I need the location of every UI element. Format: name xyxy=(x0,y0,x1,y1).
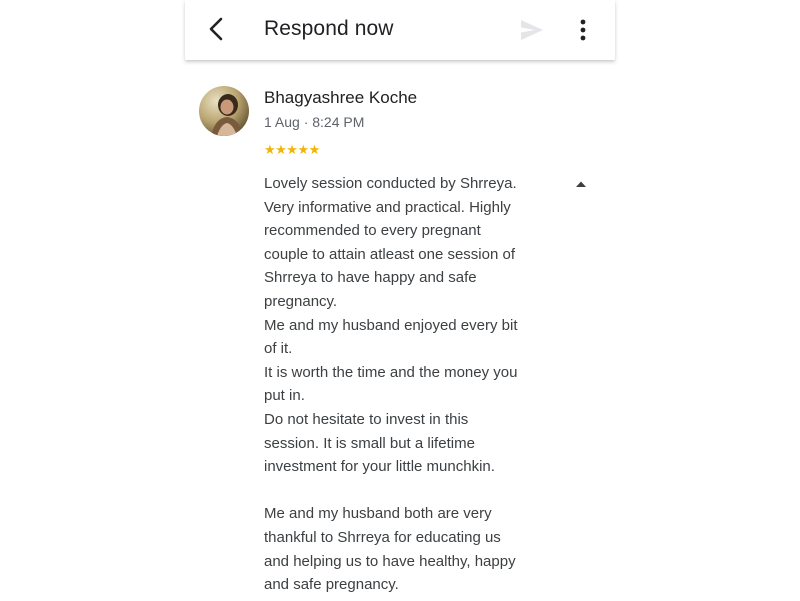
app-bar: Respond now xyxy=(185,0,615,60)
review-line: recommended to every pregnant xyxy=(264,222,481,240)
review-line: investment for your little munchkin. xyxy=(264,458,495,476)
review-line: Lovely session conducted by Shrreya. xyxy=(264,175,517,192)
back-arrow-icon xyxy=(209,17,223,41)
review-line: and helping us to have healthy, happy xyxy=(264,552,516,570)
review-line: pregnancy. xyxy=(264,292,338,310)
review-text: Lovely session conducted by Shrreya. Ver… xyxy=(264,172,554,597)
send-button[interactable] xyxy=(519,17,545,43)
collapse-review-button[interactable] xyxy=(574,177,588,189)
review-line: Do not hesitate to invest in this xyxy=(264,410,469,428)
review-line: Very informative and practical. Highly xyxy=(264,198,511,216)
review-date: 1 Aug · 8:24 PM xyxy=(264,114,365,130)
review-line: put in. xyxy=(264,387,305,405)
review-line: Shrreya to have happy and safe xyxy=(264,269,477,287)
more-vert-icon xyxy=(580,19,586,41)
avatar xyxy=(199,86,249,136)
review-line: couple to attain atleast one session of xyxy=(264,245,516,263)
send-icon xyxy=(521,20,543,40)
review-line: session. It is small but a lifetime xyxy=(264,434,475,452)
review-line: and safe pregnancy. xyxy=(264,576,399,594)
review-line: thankful to Shrreya for educating us xyxy=(264,528,501,546)
review-line: Me and my husband enjoyed every bit xyxy=(264,316,518,334)
review-line: Me and my husband both are very xyxy=(264,505,492,523)
page-title: Respond now xyxy=(264,17,394,40)
review-card: Bhagyashree Koche 1 Aug · 8:24 PM ★★★★★ … xyxy=(0,60,800,601)
star-rating: ★★★★★ xyxy=(264,142,320,157)
reviewer-name: Bhagyashree Koche xyxy=(264,88,418,107)
collapse-triangle-icon xyxy=(576,181,586,187)
review-line: It is worth the time and the money you xyxy=(264,363,518,381)
back-button[interactable] xyxy=(201,14,231,44)
more-options-button[interactable] xyxy=(577,16,589,44)
review-line: of it. xyxy=(264,340,293,358)
